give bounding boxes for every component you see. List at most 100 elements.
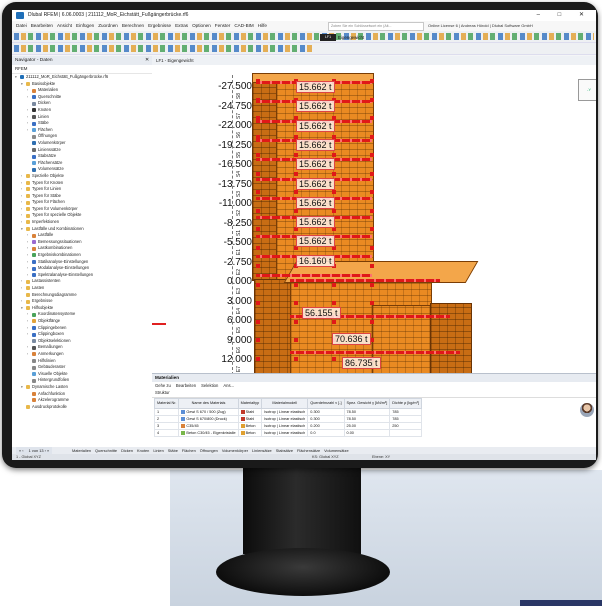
menu-item[interactable]: Optionen bbox=[192, 23, 211, 28]
loadcase-name[interactable]: Eigengewicht bbox=[338, 33, 364, 43]
menu-item[interactable]: Einfügen bbox=[76, 23, 94, 28]
expand-arrow-icon[interactable]: › bbox=[21, 278, 22, 285]
tree-item[interactable]: › Stäbe bbox=[12, 120, 152, 127]
tree-item[interactable]: Hilfslinien bbox=[12, 358, 152, 365]
tree-item[interactable]: Öffnungen bbox=[12, 133, 152, 140]
tree-item[interactable]: › Imperfektionen bbox=[12, 219, 152, 226]
expand-arrow-icon[interactable]: › bbox=[21, 285, 22, 292]
column-header[interactable]: Querdehnzahl ν [-] bbox=[307, 398, 345, 409]
toolbar-icons[interactable] bbox=[14, 33, 594, 40]
tree-item[interactable]: Hintergrundfolien bbox=[12, 377, 152, 384]
materials-menu-item[interactable]: Ans... bbox=[223, 383, 234, 388]
bottom-tab[interactable]: Materialien bbox=[72, 448, 91, 453]
expand-arrow-icon[interactable]: › bbox=[27, 311, 28, 318]
table-row[interactable]: 4 Beton C30/45 - Eigenkristalle Beton Isotr… bbox=[153, 429, 422, 437]
expand-arrow-icon[interactable]: › bbox=[27, 351, 28, 358]
tree-item[interactable]: Flächensätze bbox=[12, 160, 152, 167]
expand-arrow-icon[interactable]: › bbox=[27, 94, 28, 101]
bottom-tab[interactable]: Volumenkörper bbox=[222, 448, 248, 453]
menu-item[interactable]: Bearbeiten bbox=[31, 23, 53, 28]
bottom-tab[interactable]: Liniensätze bbox=[252, 448, 272, 453]
materials-menu-item[interactable]: Bearbeiten bbox=[176, 383, 196, 388]
bottom-tab[interactable]: Dicken bbox=[121, 448, 133, 453]
tree-item[interactable]: › Koordinatensysteme bbox=[12, 311, 152, 318]
tree-item[interactable]: Volumensätze bbox=[12, 166, 152, 173]
bottom-tab[interactable]: Knoten bbox=[137, 448, 149, 453]
bottom-tab[interactable]: Volumensätze bbox=[324, 448, 348, 453]
bottom-tab[interactable]: Flächen bbox=[182, 448, 196, 453]
view-cube[interactable]: -Y bbox=[578, 79, 596, 101]
viewport-tab[interactable]: LF1 - Eigengewicht bbox=[152, 56, 596, 65]
tree-item[interactable]: › Ergebniskombinationen bbox=[12, 252, 152, 259]
menu-item[interactable]: Zuordnen bbox=[98, 23, 118, 28]
tree-item[interactable]: › Spektralanalyse-Einstellungen bbox=[12, 272, 152, 279]
user-avatar[interactable] bbox=[579, 402, 595, 418]
bottom-tab[interactable]: Linien bbox=[153, 448, 163, 453]
expand-arrow-icon[interactable]: › bbox=[21, 212, 22, 219]
tree-item[interactable]: › Bemaßungen bbox=[12, 344, 152, 351]
tree-item[interactable]: › Objektfänge bbox=[12, 318, 152, 325]
tree-item[interactable]: Berechnungsdiagramme bbox=[12, 292, 152, 299]
tree-item[interactable]: › Bemessungssituationen bbox=[12, 239, 152, 246]
expand-arrow-icon[interactable]: ▾ bbox=[21, 384, 23, 391]
expand-arrow-icon[interactable]: › bbox=[27, 265, 28, 272]
expand-arrow-icon[interactable]: › bbox=[27, 259, 28, 266]
tree-item[interactable]: › Knoten bbox=[12, 107, 152, 114]
tree-item[interactable]: › Lastkombinationen bbox=[12, 245, 152, 252]
expand-arrow-icon[interactable]: › bbox=[21, 173, 22, 180]
expand-arrow-icon[interactable]: ▾ bbox=[21, 81, 23, 88]
expand-arrow-icon[interactable]: › bbox=[21, 199, 22, 206]
menu-item[interactable]: Ansicht bbox=[57, 23, 72, 28]
expand-arrow-icon[interactable]: › bbox=[21, 219, 22, 226]
menu-item[interactable]: CAD-BIM bbox=[234, 23, 253, 28]
expand-arrow-icon[interactable]: › bbox=[27, 120, 28, 127]
expand-arrow-icon[interactable]: › bbox=[27, 232, 28, 239]
expand-arrow-icon[interactable]: › bbox=[27, 325, 28, 332]
tree-item[interactable]: › Typen für Knoten bbox=[12, 180, 152, 187]
materials-menu-item[interactable]: Selektion bbox=[201, 383, 218, 388]
toolbar-row-2[interactable] bbox=[12, 43, 596, 55]
expand-arrow-icon[interactable]: › bbox=[21, 180, 22, 187]
expand-arrow-icon[interactable]: ▾ bbox=[21, 305, 23, 312]
column-header[interactable]: Material Nr. bbox=[153, 398, 180, 409]
structure-dropdown[interactable]: Struktur bbox=[152, 389, 596, 398]
expand-arrow-icon[interactable]: ▾ bbox=[15, 74, 17, 81]
search-input[interactable]: Zoben Sie ein Schlüsselwort ein (Alt... bbox=[328, 22, 424, 31]
tree-item[interactable]: Stabsätze bbox=[12, 153, 152, 160]
expand-arrow-icon[interactable]: › bbox=[21, 193, 22, 200]
column-header[interactable]: Spez. Gewicht γ [kN/m³] bbox=[343, 398, 391, 409]
expand-arrow-icon[interactable]: › bbox=[27, 87, 28, 94]
tree-item[interactable]: › Spezielle Objekte bbox=[12, 173, 152, 180]
expand-arrow-icon[interactable]: › bbox=[27, 344, 28, 351]
bottom-tab[interactable]: Öffnungen bbox=[200, 448, 218, 453]
tree-item[interactable]: › Typen für Stäbe bbox=[12, 193, 152, 200]
menu-item[interactable]: Ergebnisse bbox=[148, 23, 171, 28]
materials-menu-item[interactable]: Gehe zu bbox=[155, 383, 171, 388]
tree-item[interactable]: Akzelerogramme bbox=[12, 397, 152, 404]
expand-arrow-icon[interactable]: › bbox=[27, 107, 28, 114]
expand-arrow-icon[interactable]: › bbox=[27, 239, 28, 246]
toolbar-row-1[interactable] bbox=[12, 31, 596, 43]
tree-item[interactable]: › Linien bbox=[12, 114, 152, 121]
bottom-tab[interactable]: Stäbe bbox=[168, 448, 178, 453]
tree-item[interactable]: Linienssätze bbox=[12, 147, 152, 154]
expand-arrow-icon[interactable]: › bbox=[27, 245, 28, 252]
tree-item[interactable]: Gebäuderaster bbox=[12, 364, 152, 371]
tree-item[interactable]: Anfachfunktion bbox=[12, 391, 152, 398]
tree-item[interactable]: › Modalanalyse-Einstellungen bbox=[12, 265, 152, 272]
menu-item[interactable]: Hilfe bbox=[258, 23, 267, 28]
tree-item[interactable]: › Materialien bbox=[12, 87, 152, 94]
bottom-tab[interactable]: Flächensätze bbox=[297, 448, 320, 453]
tree-item[interactable]: Volumenkörper bbox=[12, 140, 152, 147]
column-header[interactable]: Name des Materials bbox=[178, 398, 239, 409]
menu-item[interactable]: Datei bbox=[16, 23, 27, 28]
tree-item[interactable]: › Statikanalyse-Einstellungen bbox=[12, 259, 152, 266]
table-row[interactable]: 1 Gewi S 670 / 500 (Zug) Stahl Isotrop | Li… bbox=[153, 408, 422, 416]
tree-item[interactable]: › Typen für spezielle Objekte bbox=[12, 212, 152, 219]
menu-item[interactable]: Fenster bbox=[215, 23, 231, 28]
tree-item[interactable]: › Typen für Volumenkörper bbox=[12, 206, 152, 213]
tree-item[interactable]: › Clippingboxen bbox=[12, 331, 152, 338]
tree-item[interactable]: › Typen für Flächen bbox=[12, 199, 152, 206]
expand-arrow-icon[interactable]: › bbox=[27, 272, 28, 279]
tree-item[interactable]: ▾ Basisobjekte bbox=[12, 81, 152, 88]
